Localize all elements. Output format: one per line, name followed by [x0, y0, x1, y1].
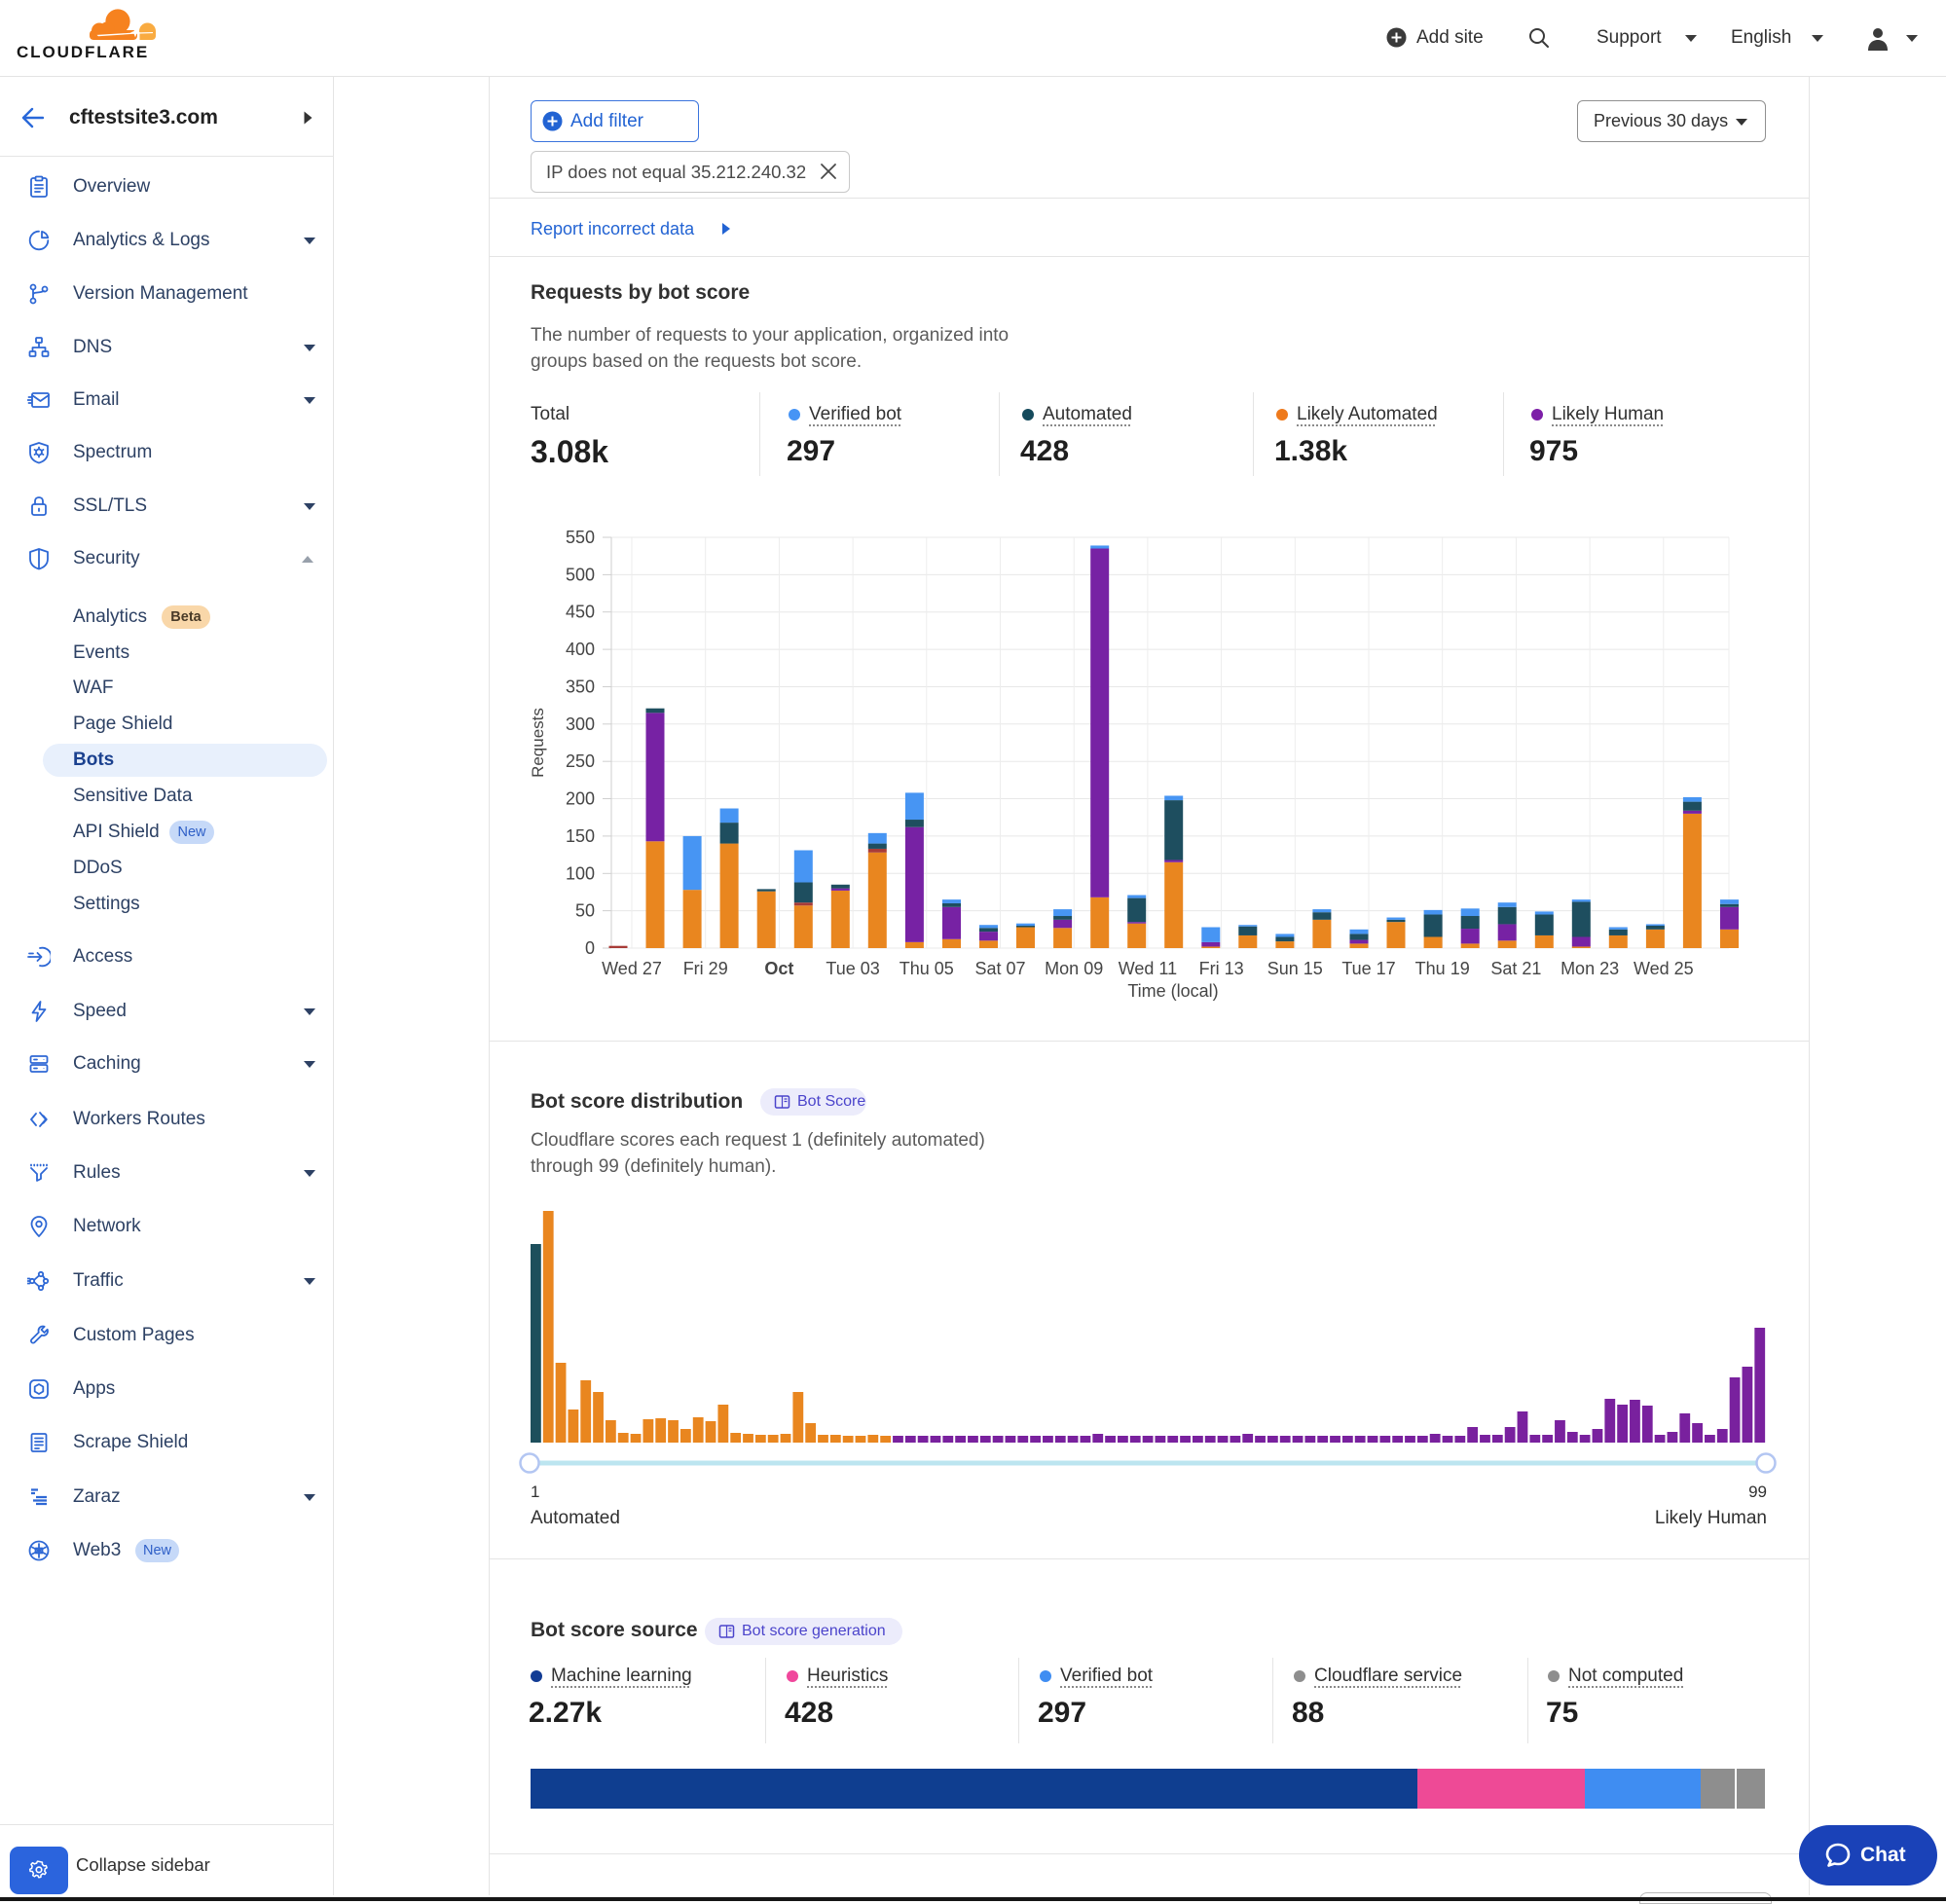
svg-text:450: 450	[566, 603, 595, 622]
svg-text:Wed 27: Wed 27	[602, 959, 662, 978]
svg-text:150: 150	[566, 826, 595, 846]
svg-text:Requests: Requests	[529, 708, 547, 778]
svg-text:Fri 29: Fri 29	[683, 959, 728, 978]
svg-text:Fri 13: Fri 13	[1199, 959, 1244, 978]
svg-text:100: 100	[566, 863, 595, 883]
svg-text:Tue 03: Tue 03	[826, 959, 879, 978]
svg-text:50: 50	[575, 901, 595, 921]
svg-text:Sat 21: Sat 21	[1490, 959, 1541, 978]
svg-text:300: 300	[566, 714, 595, 734]
svg-text:Thu 19: Thu 19	[1415, 959, 1470, 978]
svg-text:400: 400	[566, 640, 595, 659]
svg-text:Oct: Oct	[764, 959, 793, 978]
svg-text:250: 250	[566, 751, 595, 771]
svg-text:Wed 11: Wed 11	[1119, 959, 1177, 978]
svg-text:Wed 25: Wed 25	[1634, 959, 1694, 978]
svg-text:0: 0	[585, 938, 595, 958]
svg-text:Tue 17: Tue 17	[1341, 959, 1395, 978]
svg-text:Time (local): Time (local)	[1127, 981, 1218, 1001]
svg-text:Thu 05: Thu 05	[900, 959, 954, 978]
svg-text:500: 500	[566, 565, 595, 584]
svg-text:Mon 09: Mon 09	[1045, 959, 1103, 978]
svg-text:Mon 23: Mon 23	[1560, 959, 1619, 978]
svg-text:200: 200	[566, 789, 595, 809]
svg-text:Sat 07: Sat 07	[974, 959, 1025, 978]
svg-text:350: 350	[566, 677, 595, 697]
svg-text:Sun 15: Sun 15	[1267, 959, 1323, 978]
svg-text:550: 550	[566, 528, 595, 547]
